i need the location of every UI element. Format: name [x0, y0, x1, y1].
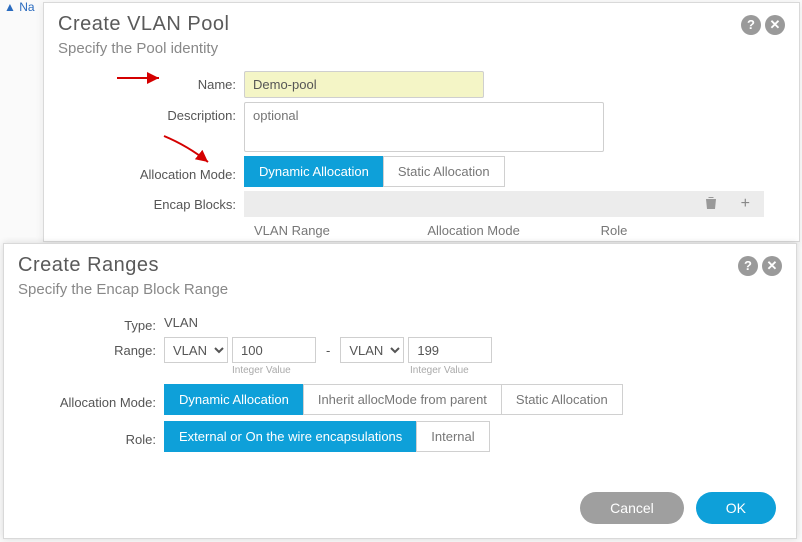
- role-external-button[interactable]: External or On the wire encapsulations: [164, 421, 417, 452]
- alloc-dynamic-button[interactable]: Dynamic Allocation: [244, 156, 384, 187]
- bg-link: ▲ Na: [4, 0, 35, 14]
- int-label-to: Integer Value: [410, 365, 469, 376]
- help-icon[interactable]: ?: [741, 15, 761, 35]
- role-label: Role:: [4, 426, 164, 447]
- create-vlan-pool-dialog: Create VLAN Pool ? ✕ Specify the Pool id…: [43, 2, 800, 242]
- dialog-footer: Cancel OK: [580, 492, 776, 524]
- cancel-button[interactable]: Cancel: [580, 492, 684, 524]
- encap-headers: VLAN Range Allocation Mode Role: [244, 217, 764, 244]
- create-ranges-dialog: Create Ranges ? ✕ Specify the Encap Bloc…: [3, 243, 797, 539]
- type-label: Type:: [4, 312, 164, 333]
- type-value: VLAN: [164, 315, 198, 330]
- trash-icon[interactable]: [705, 196, 717, 213]
- close-icon[interactable]: ✕: [765, 15, 785, 35]
- int-label-from: Integer Value: [232, 365, 326, 376]
- alloc-mode-label: Allocation Mode:: [44, 161, 244, 182]
- pool-title: Create VLAN Pool: [58, 13, 229, 36]
- encap-blocks-label: Encap Blocks:: [44, 191, 244, 212]
- ranges-title: Create Ranges: [18, 254, 159, 277]
- ok-button[interactable]: OK: [696, 492, 776, 524]
- ranges-alloc-mode-label: Allocation Mode:: [4, 389, 164, 410]
- range-dash: -: [320, 343, 336, 358]
- description-input[interactable]: [244, 102, 604, 152]
- range-label: Range:: [4, 337, 164, 358]
- name-input[interactable]: [244, 71, 484, 98]
- ranges-alloc-mode-group: Dynamic Allocation Inherit allocMode fro…: [164, 384, 623, 415]
- alloc-mode-group: Dynamic Allocation Static Allocation: [244, 156, 505, 187]
- role-group: External or On the wire encapsulations I…: [164, 421, 490, 452]
- col-vlan-range: VLAN Range: [244, 223, 417, 238]
- pool-subtitle: Specify the Pool identity: [44, 40, 799, 67]
- name-label: Name:: [44, 71, 244, 92]
- ranges-subtitle: Specify the Encap Block Range: [4, 281, 796, 308]
- range-to-input[interactable]: [408, 337, 492, 363]
- ranges-alloc-inherit-button[interactable]: Inherit allocMode from parent: [303, 384, 502, 415]
- col-role: Role: [591, 223, 764, 238]
- plus-icon[interactable]: +: [741, 196, 750, 212]
- role-internal-button[interactable]: Internal: [416, 421, 489, 452]
- close-icon[interactable]: ✕: [762, 256, 782, 276]
- range-to-type-select[interactable]: VLAN: [340, 337, 404, 363]
- ranges-alloc-static-button[interactable]: Static Allocation: [501, 384, 623, 415]
- col-alloc-mode: Allocation Mode: [417, 223, 590, 238]
- encap-toolbar: +: [244, 191, 764, 217]
- description-label: Description:: [44, 102, 244, 123]
- ranges-alloc-dynamic-button[interactable]: Dynamic Allocation: [164, 384, 304, 415]
- alloc-static-button[interactable]: Static Allocation: [383, 156, 505, 187]
- help-icon[interactable]: ?: [738, 256, 758, 276]
- range-from-type-select[interactable]: VLAN: [164, 337, 228, 363]
- range-from-input[interactable]: [232, 337, 316, 363]
